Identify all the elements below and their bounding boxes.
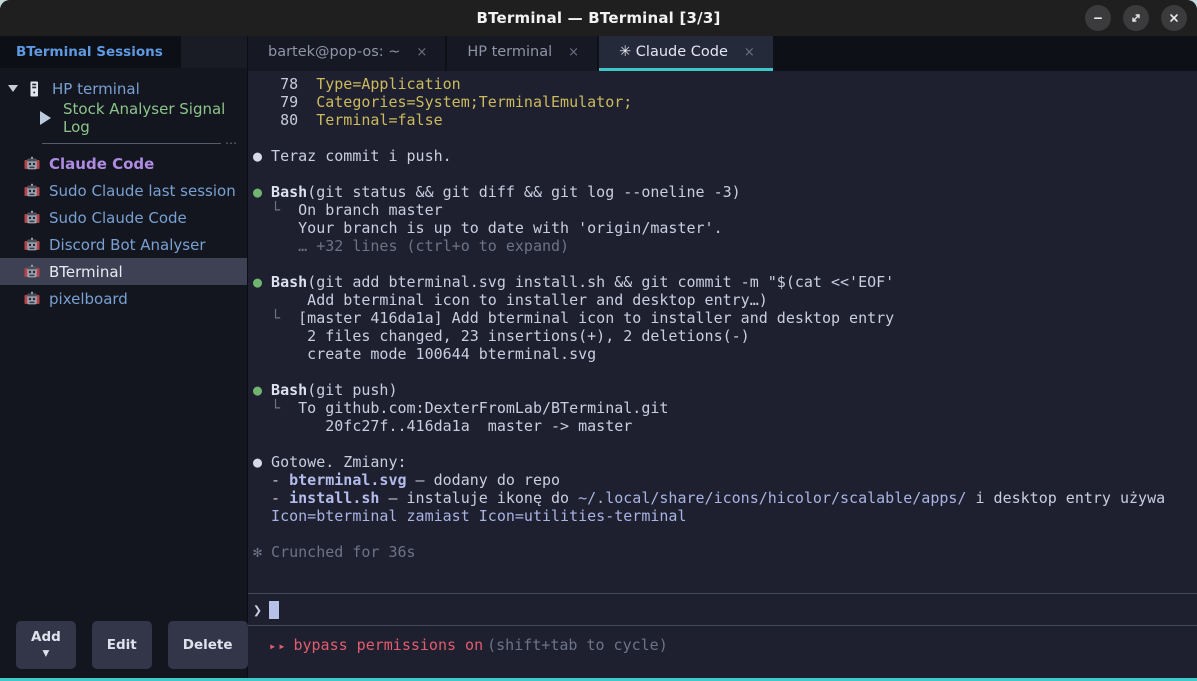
sidebar-buttons: Add ▾ Edit Delete [0, 621, 247, 678]
status-bar: ▸▸ bypass permissions on(shift+tab to cyc… [248, 626, 1197, 678]
close-icon [1168, 12, 1180, 24]
terminal-output[interactable]: 78 Type=Application 79 Categories=System… [248, 71, 1197, 593]
terminal-line: Your branch is up to date with 'origin/m… [253, 219, 1191, 237]
bterminal-window: BTerminal — BTerminal [3/3] BTerminal Se… [0, 0, 1197, 681]
ellipsis-icon: ⋯ [225, 140, 237, 146]
terminal-line: ✻ Crunched for 36s [253, 543, 1191, 561]
terminal-line: … +32 lines (ctrl+o to expand) [253, 237, 1191, 255]
session-list: Claude Code Sudo Claude last session Sudo … [0, 150, 247, 312]
terminal-line: - install.sh — instaluje ikonę do ~/.loc… [253, 489, 1191, 507]
terminal-line [253, 255, 1191, 273]
robot-icon [24, 183, 40, 199]
session-label: Claude Code [49, 155, 154, 173]
terminal-line: create mode 100644 bterminal.svg [253, 345, 1191, 363]
minimize-icon [1092, 12, 1104, 24]
tab-bar: bartek@pop-os: ~×HP terminal×✳ Claude Co… [248, 36, 1197, 71]
session-label: BTerminal [49, 263, 123, 281]
status-hint: (shift+tab to cycle) [487, 636, 668, 654]
tab-label: ✳ Claude Code [619, 44, 728, 60]
session-item-sudo-claude-code[interactable]: Sudo Claude Code [0, 204, 247, 231]
maximize-button[interactable] [1123, 5, 1149, 31]
terminal-line: ● Bash(git status && git diff && git log… [253, 183, 1191, 201]
text-cursor [269, 601, 279, 619]
terminal-line: ● Gotowe. Zmiany: [253, 453, 1191, 471]
terminal-line: └ On branch master [253, 201, 1191, 219]
prompt-input[interactable]: ❯ [248, 594, 1197, 625]
terminal-line: - bterminal.svg — dodany do repo [253, 471, 1191, 489]
edit-button[interactable]: Edit [92, 621, 152, 669]
terminal-line: ● Bash(git add bterminal.svg install.sh … [253, 273, 1191, 291]
terminal-line: └ To github.com:DexterFromLab/BTerminal.… [253, 399, 1191, 417]
close-button[interactable] [1161, 5, 1187, 31]
play-icon [40, 111, 51, 125]
terminal-line: 20fc27f..416da1a master -> master [253, 417, 1191, 435]
tab-close-icon[interactable]: × [742, 45, 757, 60]
tree-item-label: HP terminal [52, 80, 140, 98]
tree-item-stock-analyser-signal-log[interactable]: Stock Analyser Signal Log [0, 103, 247, 132]
prompt-symbol: ❯ [253, 601, 262, 619]
terminal-line: 2 files changed, 23 insertions(+), 2 del… [253, 327, 1191, 345]
session-label: pixelboard [49, 290, 128, 308]
permission-mode-label: bypass permissions on [293, 636, 483, 654]
terminal-line: 78 Type=Application [253, 75, 1191, 93]
maximize-icon [1130, 12, 1142, 24]
minimize-button[interactable] [1085, 5, 1111, 31]
tab-claude-code[interactable]: ✳ Claude Code × [599, 36, 773, 71]
tab-bartek-pop-os[interactable]: bartek@pop-os: ~ × [248, 36, 445, 71]
input-zone: ❯ ▸▸ bypass permissions on(shift+tab to c… [248, 593, 1197, 678]
robot-icon [24, 264, 40, 280]
terminal-line: 79 Categories=System;TerminalEmulator; [253, 93, 1191, 111]
session-item-discord-bot-analyser[interactable]: Discord Bot Analyser [0, 231, 247, 258]
sidebar-spacer [0, 312, 247, 621]
session-item-bterminal[interactable]: BTerminal [0, 258, 247, 285]
tab-label: HP terminal [467, 44, 552, 60]
session-label: Sudo Claude last session [49, 182, 236, 200]
terminal-line: 80 Terminal=false [253, 111, 1191, 129]
titlebar[interactable]: BTerminal — BTerminal [3/3] [0, 0, 1197, 36]
terminal-line [253, 363, 1191, 381]
sidebar-header-strip: BTerminal Sessions [0, 36, 247, 68]
sessions-panel-tab[interactable]: BTerminal Sessions [0, 36, 181, 68]
delete-button[interactable]: Delete [168, 621, 248, 669]
terminal-line: └ [master 416da1a] Add bterminal icon to… [253, 309, 1191, 327]
tab-close-icon[interactable]: × [566, 45, 581, 60]
session-label: Discord Bot Analyser [49, 236, 205, 254]
terminal-line: ● Teraz commit i push. [253, 147, 1191, 165]
robot-icon [24, 210, 40, 226]
window-title: BTerminal — BTerminal [3/3] [476, 9, 720, 27]
window-controls [1085, 5, 1187, 31]
add-button[interactable]: Add ▾ [16, 621, 76, 669]
chevron-down-icon[interactable] [8, 85, 18, 92]
terminal-panel: bartek@pop-os: ~×HP terminal×✳ Claude Co… [248, 36, 1197, 678]
robot-icon [24, 156, 40, 172]
sessions-sidebar: BTerminal Sessions HP terminal Stock Ana… [0, 36, 248, 678]
terminal-line: Icon=bterminal zamiast Icon=utilities-te… [253, 507, 1191, 525]
terminal-line [253, 525, 1191, 543]
terminal-line [253, 165, 1191, 183]
terminal-line: Add bterminal icon to installer and desk… [253, 291, 1191, 309]
terminal-line [253, 435, 1191, 453]
terminal-pane[interactable]: 78 Type=Application 79 Categories=System… [248, 71, 1197, 678]
robot-icon [24, 237, 40, 253]
tab-hp-terminal[interactable]: HP terminal × [447, 36, 597, 71]
session-tree: HP terminal Stock Analyser Signal Log ⋯ … [0, 68, 247, 312]
terminal-line: ● Bash(git push) [253, 381, 1191, 399]
session-item-pixelboard[interactable]: pixelboard [0, 285, 247, 312]
session-label: Sudo Claude Code [49, 209, 187, 227]
robot-icon [24, 291, 40, 307]
session-item-claude-code[interactable]: Claude Code [0, 150, 247, 177]
tab-label: bartek@pop-os: ~ [268, 44, 400, 60]
tree-divider: ⋯ [42, 140, 237, 146]
tree-item-label: Stock Analyser Signal Log [63, 100, 247, 136]
tab-close-icon[interactable]: × [414, 45, 429, 60]
main-area: BTerminal Sessions HP terminal Stock Ana… [0, 36, 1197, 678]
session-item-sudo-claude-last-session[interactable]: Sudo Claude last session [0, 177, 247, 204]
fast-forward-icon: ▸▸ [269, 639, 287, 653]
terminal-line [253, 129, 1191, 147]
computer-icon [26, 81, 42, 97]
divider-line [42, 143, 221, 144]
